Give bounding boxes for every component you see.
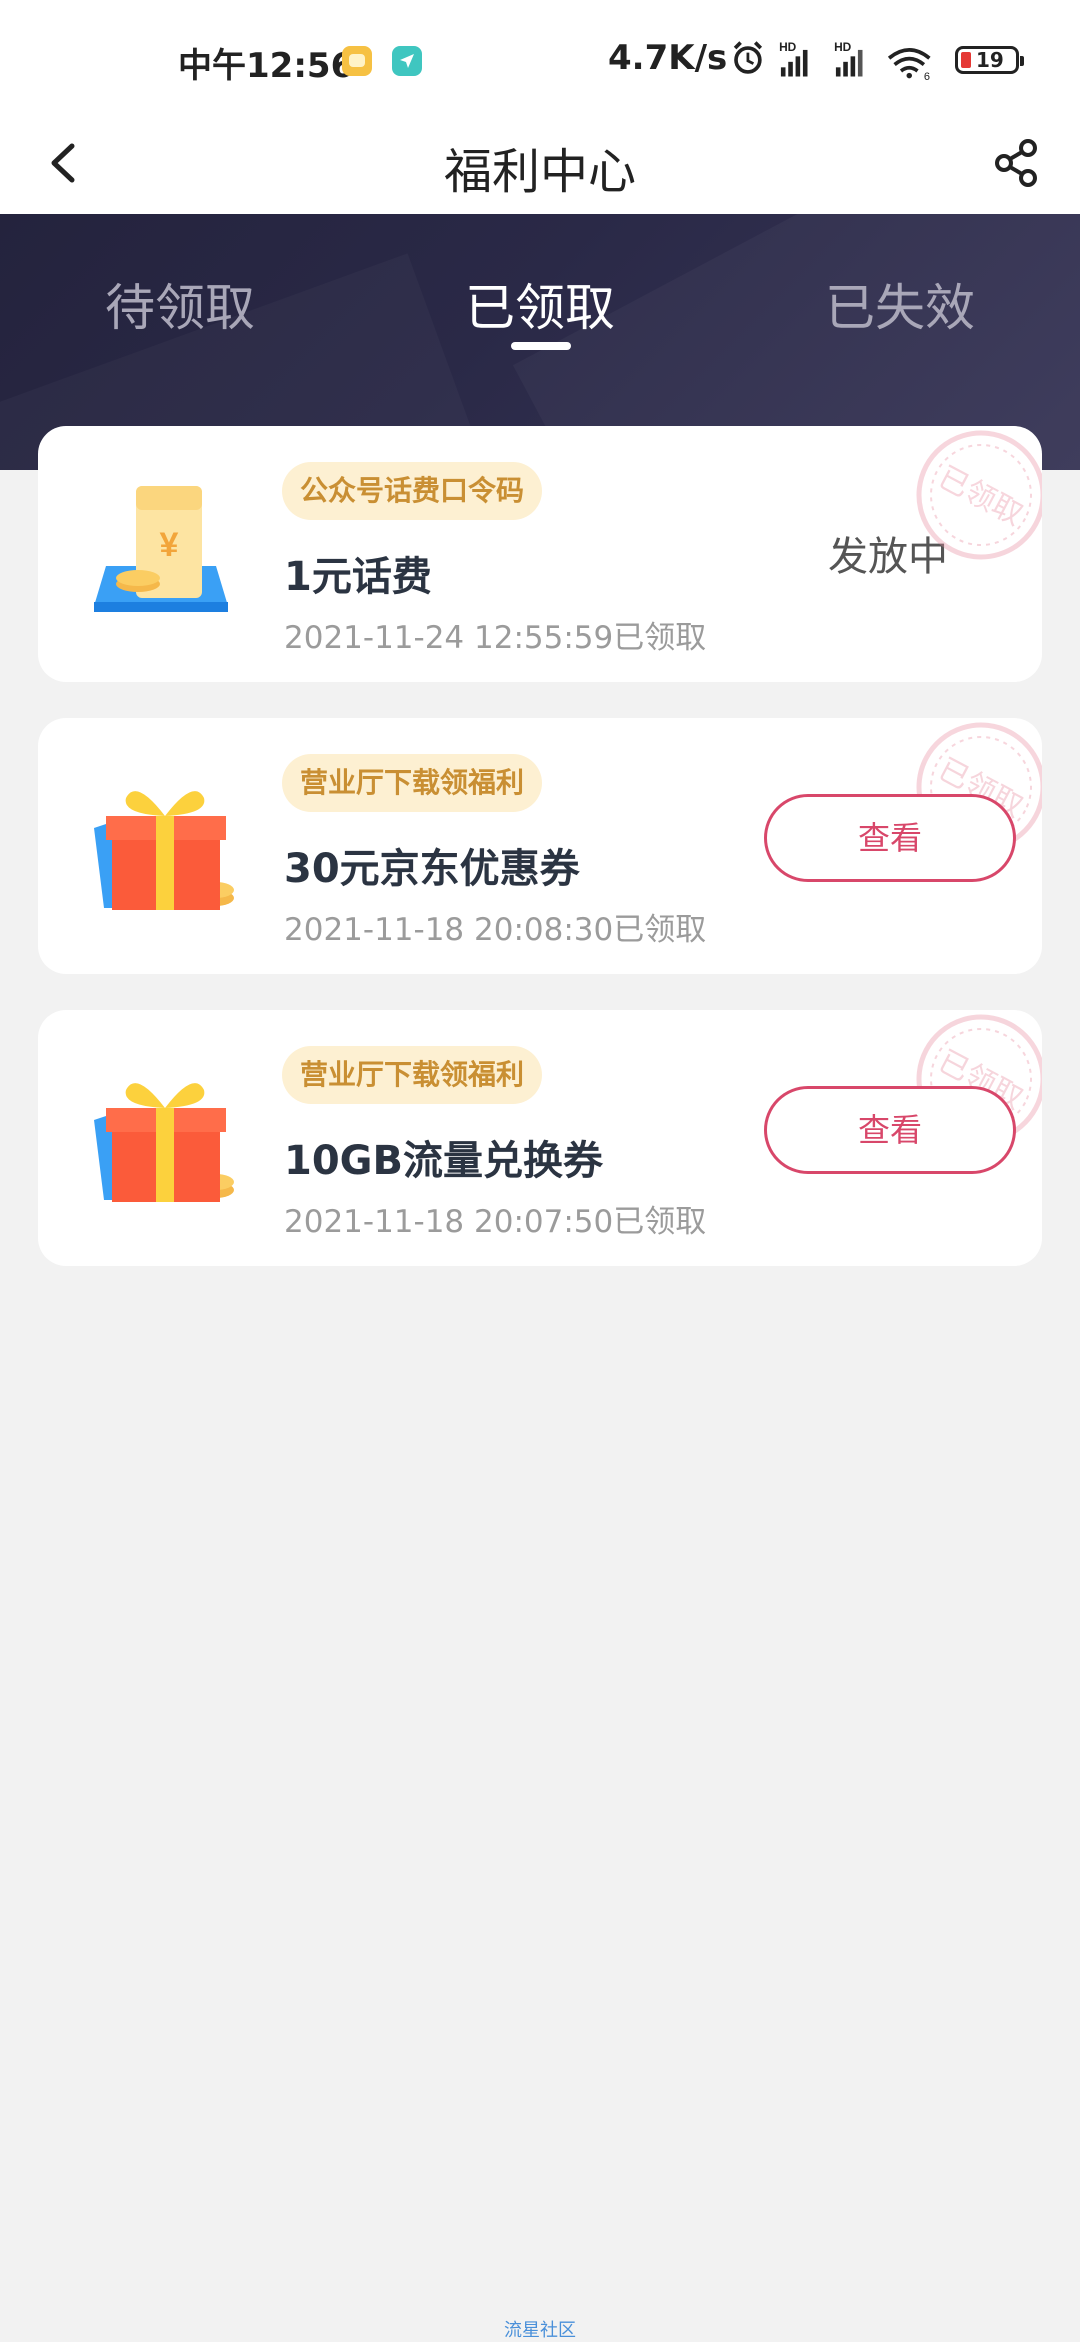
received-stamp-icon: 已领取 <box>916 430 1042 560</box>
reward-card[interactable]: 营业厅下载领福利 10GB流量兑换券 2021-11-18 20:07:50已领… <box>38 1010 1042 1266</box>
navigation-app-icon <box>392 46 422 76</box>
gift-box-icon <box>94 1083 234 1202</box>
alarm-icon <box>733 41 763 74</box>
svg-text:已领取: 已领取 <box>932 460 1028 533</box>
notification-app-icon <box>342 46 372 76</box>
network-speed: 4.7K/s <box>608 38 728 78</box>
status-time: 中午12:56 <box>178 46 355 86</box>
claim-time: 2021-11-24 12:55:59已领取 <box>284 620 707 656</box>
reward-title: 10GB流量兑换券 <box>284 1138 603 1184</box>
claim-time: 2021-11-18 20:07:50已领取 <box>284 1204 707 1240</box>
gift-box-icon <box>94 791 234 910</box>
tab-indicator <box>511 342 571 350</box>
status-bar: 中午12:56 4.7K/s HD HD 6 19 <box>0 0 1080 120</box>
nav-bar: 福利中心 <box>0 120 1080 214</box>
status-icons: HD HD 6 <box>733 40 931 82</box>
source-tag: 营业厅下载领福利 <box>282 1046 543 1104</box>
wifi-badge: 6 <box>924 71 930 82</box>
reward-card[interactable]: 营业厅下载领福利 30元京东优惠券 2021-11-18 20:08:30已领取… <box>38 718 1042 974</box>
page-title: 福利中心 <box>443 144 636 200</box>
source-tag: 营业厅下载领福利 <box>282 754 543 812</box>
tab-pending[interactable]: 待领取 <box>30 268 330 340</box>
share-icon[interactable] <box>990 128 1044 198</box>
hd-label-1: HD <box>779 40 797 54</box>
svg-text:¥: ¥ <box>160 526 179 564</box>
reward-title: 30元京东优惠券 <box>284 846 580 892</box>
hd-label-2: HD <box>834 40 852 54</box>
battery-level: 19 <box>976 48 1004 72</box>
wifi-icon: 6 <box>887 48 931 82</box>
tab-received[interactable]: 已领取 <box>390 268 690 340</box>
reward-title: 1元话费 <box>284 554 432 600</box>
signal-icon-1: HD <box>779 40 808 77</box>
reward-card[interactable]: ¥ 公众号话费口令码 1元话费 2021-11-24 12:55:59已领取 发… <box>38 426 1042 682</box>
view-button[interactable]: 查看 <box>764 794 1016 882</box>
tab-expired[interactable]: 已失效 <box>750 268 1050 340</box>
signal-icon-2: HD <box>834 40 863 77</box>
footer-watermark: 流星社区 <box>504 2320 576 2341</box>
source-tag: 公众号话费口令码 <box>282 462 543 520</box>
battery-icon: 19 <box>955 46 1024 74</box>
view-button[interactable]: 查看 <box>764 1086 1016 1174</box>
phone-bill-icon: ¥ <box>94 486 228 612</box>
claim-time: 2021-11-18 20:08:30已领取 <box>284 912 707 948</box>
